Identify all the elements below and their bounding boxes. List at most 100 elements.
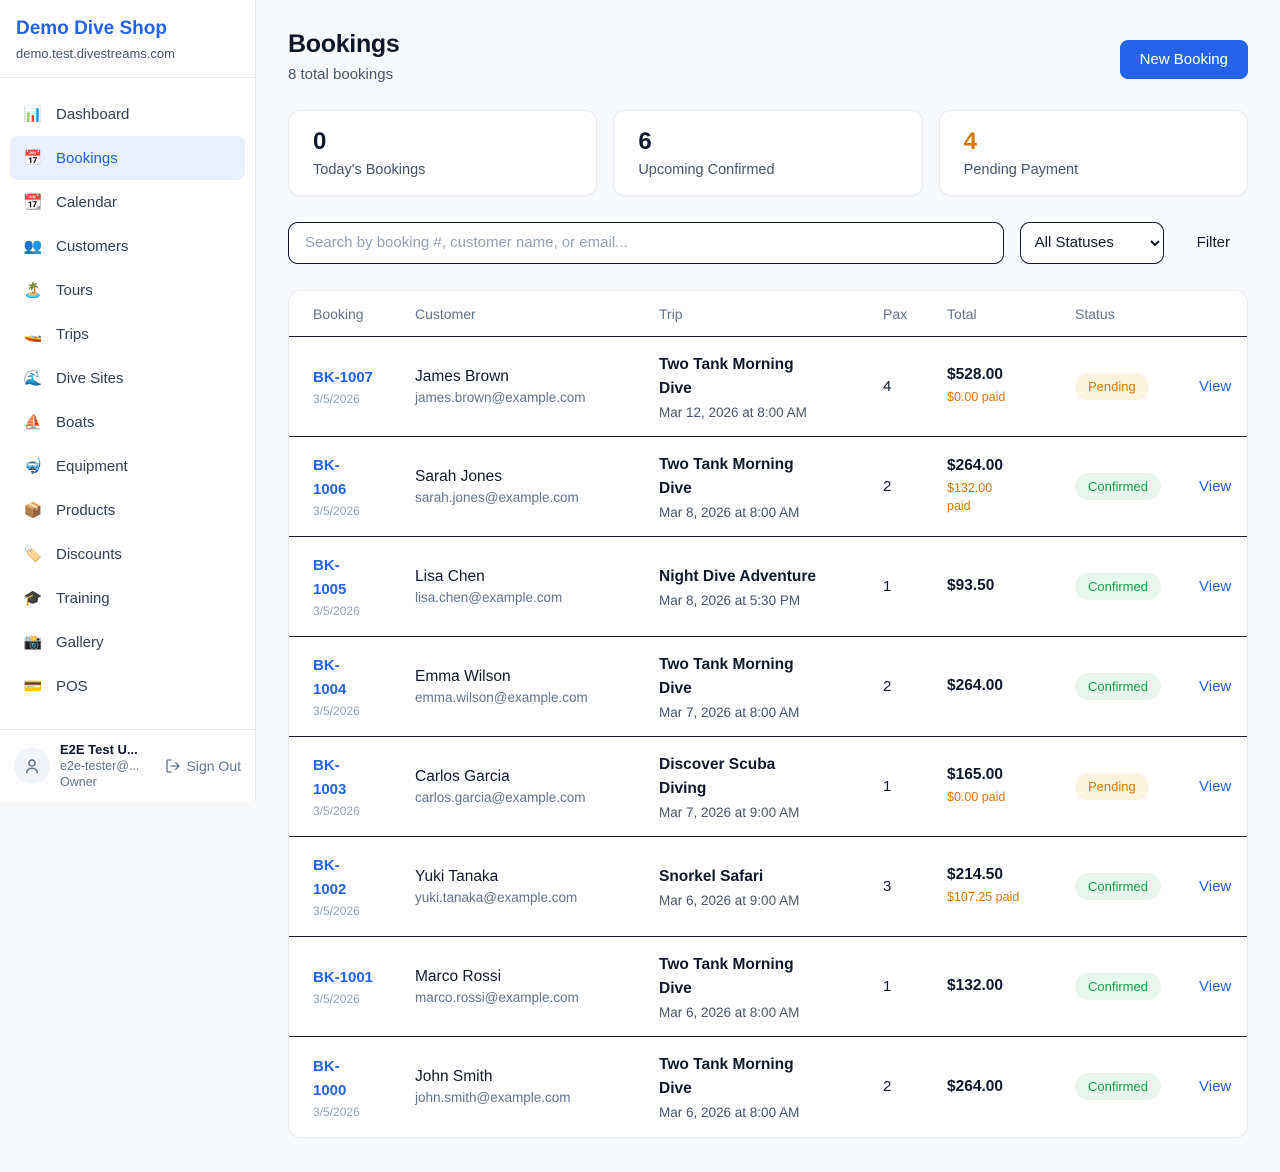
total-amount: $93.50 [947,577,1063,595]
booking-date: 3/5/2026 [313,504,403,518]
total-amount: $165.00 [947,766,1063,784]
column-header-status: Status [1075,306,1187,322]
table-row: BK- 1000 3/5/2026 John Smith john.smith@… [289,1037,1247,1137]
total-amount: $132.00 [947,977,1063,995]
view-link[interactable]: View [1199,378,1231,395]
trip-name: Snorkel Safari [659,865,871,889]
status-badge: Confirmed [1075,573,1161,600]
table-row: BK-1007 3/5/2026 James Brown james.brown… [289,337,1247,437]
table-row: BK- 1004 3/5/2026 Emma Wilson emma.wilso… [289,637,1247,737]
status-select[interactable]: All Statuses [1020,222,1164,264]
sidebar-item-tours[interactable]: 🏝️ Tours [10,268,245,312]
booking-id-link[interactable]: BK- 1000 [313,1055,403,1103]
sidebar-nav: 📊 Dashboard 📅 Bookings 📆 Calendar 👥 Cust… [0,78,255,714]
user-meta: E2E Test U... e2e-tester@... Owner [60,742,139,789]
trip-name: Two Tank Morning Dive [659,653,871,701]
bar-chart-icon: 📊 [23,105,43,123]
sidebar-item-label: Tours [56,282,93,299]
sign-out-button[interactable]: Sign Out [165,758,241,774]
user-email: e2e-tester@... [60,759,139,773]
booking-id-link[interactable]: BK-1007 [313,366,403,390]
booking-id-link[interactable]: BK-1001 [313,966,403,990]
customer-email: emma.wilson@example.com [415,690,647,705]
status-badge: Confirmed [1075,973,1161,1000]
trip-name: Discover Scuba Diving [659,753,871,801]
column-header-total: Total [947,306,1063,322]
filter-button[interactable]: Filter [1197,234,1230,251]
sidebar-item-trips[interactable]: 🚤 Trips [10,312,245,356]
tear-off-calendar-icon: 📆 [23,193,43,211]
trip-datetime: Mar 8, 2026 at 5:30 PM [659,593,871,608]
user-role: Owner [60,775,139,789]
status-badge: Pending [1075,773,1149,800]
customer-email: sarah.jones@example.com [415,490,647,505]
table-row: BK-1001 3/5/2026 Marco Rossi marco.rossi… [289,937,1247,1037]
trip-datetime: Mar 12, 2026 at 8:00 AM [659,405,871,420]
logout-icon [165,758,181,774]
status-badge: Confirmed [1075,473,1161,500]
customer-name: John Smith [415,1068,647,1086]
sidebar-item-products[interactable]: 📦 Products [10,488,245,532]
sidebar-item-bookings[interactable]: 📅 Bookings [10,136,245,180]
graduation-cap-icon: 🎓 [23,589,43,607]
sidebar-item-discounts[interactable]: 🏷️ Discounts [10,532,245,576]
customer-name: James Brown [415,368,647,386]
sidebar-item-calendar[interactable]: 📆 Calendar [10,180,245,224]
sign-out-label: Sign Out [187,758,241,774]
sidebar-item-label: Boats [56,414,94,431]
sidebar-item-pos[interactable]: 💳 POS [10,664,245,708]
booking-id-link[interactable]: BK- 1005 [313,554,403,602]
package-icon: 📦 [23,501,43,519]
customer-email: james.brown@example.com [415,390,647,405]
sidebar-item-boats[interactable]: ⛵ Boats [10,400,245,444]
customer-name: Lisa Chen [415,568,647,586]
table-row: BK- 1006 3/5/2026 Sarah Jones sarah.jone… [289,437,1247,537]
stat-value: 4 [964,128,1223,157]
booking-id-link[interactable]: BK- 1006 [313,454,403,502]
sidebar-item-training[interactable]: 🎓 Training [10,576,245,620]
booking-id-link[interactable]: BK- 1003 [313,754,403,802]
booking-id-link[interactable]: BK- 1004 [313,654,403,702]
booking-date: 3/5/2026 [313,904,403,918]
booking-id-link[interactable]: BK- 1002 [313,854,403,902]
sailboat-icon: ⛵ [23,413,43,431]
view-link[interactable]: View [1199,978,1231,995]
people-icon: 👥 [23,237,43,255]
view-link[interactable]: View [1199,478,1231,495]
new-booking-button[interactable]: New Booking [1120,40,1248,79]
sidebar-item-dashboard[interactable]: 📊 Dashboard [10,92,245,136]
customer-email: yuki.tanaka@example.com [415,890,647,905]
main-content: Bookings 8 total bookings New Booking 0 … [256,0,1280,1172]
sidebar-item-equipment[interactable]: 🤿 Equipment [10,444,245,488]
view-link[interactable]: View [1199,1078,1231,1095]
customer-name: Yuki Tanaka [415,868,647,886]
sidebar-item-label: Training [56,590,110,607]
view-link[interactable]: View [1199,578,1231,595]
view-link[interactable]: View [1199,678,1231,695]
sidebar-item-gallery[interactable]: 📸 Gallery [10,620,245,664]
search-input[interactable] [288,222,1004,264]
island-icon: 🏝️ [23,281,43,299]
view-link[interactable]: View [1199,878,1231,895]
table-header-row: Booking Customer Trip Pax Total Status [289,291,1247,337]
filter-row: All Statuses Filter [288,222,1248,264]
sidebar-item-label: Trips [56,326,89,343]
sidebar-item-label: Bookings [56,150,118,167]
table-row: BK- 1003 3/5/2026 Carlos Garcia carlos.g… [289,737,1247,837]
stats-cards: 0 Today's Bookings 6 Upcoming Confirmed … [288,110,1248,196]
sidebar-item-dive-sites[interactable]: 🌊 Dive Sites [10,356,245,400]
customer-email: lisa.chen@example.com [415,590,647,605]
page-title: Bookings [288,30,400,59]
sidebar-item-label: Gallery [56,634,104,651]
page-header: Bookings 8 total bookings New Booking [288,30,1248,83]
sidebar-item-label: Equipment [56,458,128,475]
sidebar-item-customers[interactable]: 👥 Customers [10,224,245,268]
pax-count: 1 [883,778,935,795]
sidebar: Demo Dive Shop demo.test.divestreams.com… [0,0,256,801]
stat-value: 0 [313,128,572,157]
total-amount: $264.00 [947,457,1063,475]
view-link[interactable]: View [1199,778,1231,795]
tag-icon: 🏷️ [23,545,43,563]
column-header-pax: Pax [883,306,935,322]
pax-count: 2 [883,1078,935,1095]
